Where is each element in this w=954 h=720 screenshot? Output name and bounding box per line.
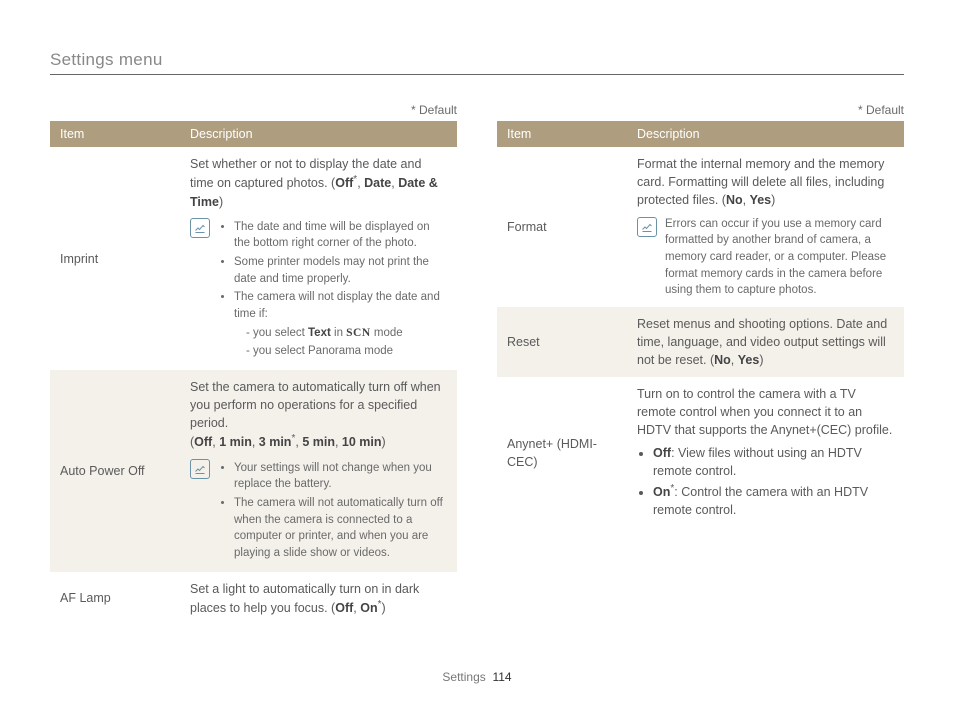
row-imprint: Imprint Set whether or not to display th… bbox=[50, 147, 457, 370]
text: Turn on to control the camera with a TV … bbox=[637, 385, 894, 439]
text: The camera will not display the date and… bbox=[234, 291, 440, 320]
table-header-row: Item Description bbox=[497, 121, 904, 147]
header-item: Item bbox=[497, 121, 627, 147]
cell-desc: Format the internal memory and the memor… bbox=[627, 147, 904, 307]
text: Set a light to automatically turn on in … bbox=[190, 582, 419, 615]
row-reset: Reset Reset menus and shooting options. … bbox=[497, 307, 904, 377]
row-format: Format Format the internal memory and th… bbox=[497, 147, 904, 307]
footer-section: Settings bbox=[442, 670, 485, 684]
note-item: The camera will not automatically turn o… bbox=[234, 495, 447, 562]
cell-desc: Reset menus and shooting options. Date a… bbox=[627, 307, 904, 377]
note-body: The date and time will be displayed on t… bbox=[218, 217, 447, 362]
options-line: (Off, 1 min, 3 min*, 5 min, 10 min) bbox=[190, 432, 447, 451]
page-number: 114 bbox=[492, 670, 511, 684]
page-footer: Settings 114 bbox=[0, 670, 954, 684]
left-column: * Default Item Description Imprint Set w… bbox=[50, 103, 457, 625]
cell-item: Reset bbox=[497, 307, 627, 377]
row-anynet: Anynet+ (HDMI-CEC) Turn on to control th… bbox=[497, 377, 904, 529]
cell-item: Format bbox=[497, 147, 627, 307]
note-item: The date and time will be displayed on t… bbox=[234, 219, 447, 252]
cell-desc: Set the camera to automatically turn off… bbox=[180, 370, 457, 572]
header-item: Item bbox=[50, 121, 180, 147]
cell-desc: Set a light to automatically turn on in … bbox=[180, 572, 457, 625]
cell-desc: Set whether or not to display the date a… bbox=[180, 147, 457, 370]
table-header-row: Item Description bbox=[50, 121, 457, 147]
cell-item: Anynet+ (HDMI-CEC) bbox=[497, 377, 627, 529]
row-auto-power-off: Auto Power Off Set the camera to automat… bbox=[50, 370, 457, 572]
option-on: On*: Control the camera with an HDTV rem… bbox=[653, 482, 894, 519]
note-item: Your settings will not change when you r… bbox=[234, 460, 447, 493]
default-marker-left: * Default bbox=[50, 103, 457, 117]
sub-note: you select Panorama mode bbox=[246, 343, 447, 360]
cell-item: Imprint bbox=[50, 147, 180, 370]
note-item: The camera will not display the date and… bbox=[234, 289, 447, 360]
note-icon bbox=[637, 217, 657, 237]
row-af-lamp: AF Lamp Set a light to automatically tur… bbox=[50, 572, 457, 625]
right-table: Item Description Format Format the inter… bbox=[497, 121, 904, 529]
sub-note: you select Text in SCN mode bbox=[246, 325, 447, 342]
content-columns: * Default Item Description Imprint Set w… bbox=[50, 103, 904, 625]
scn-mode-label: SCN bbox=[346, 327, 371, 339]
option-date: Date bbox=[364, 176, 391, 190]
page-title: Settings menu bbox=[50, 50, 904, 75]
cell-item: Auto Power Off bbox=[50, 370, 180, 572]
default-marker-right: * Default bbox=[497, 103, 904, 117]
header-description: Description bbox=[627, 121, 904, 147]
left-table: Item Description Imprint Set whether or … bbox=[50, 121, 457, 625]
right-column: * Default Item Description Format Format… bbox=[497, 103, 904, 625]
text: Reset menus and shooting options. Date a… bbox=[637, 317, 887, 367]
option-off: Off bbox=[335, 176, 353, 190]
note-box: Your settings will not change when you r… bbox=[190, 458, 447, 564]
text: Set the camera to automatically turn off… bbox=[190, 378, 447, 432]
note-body: Your settings will not change when you r… bbox=[218, 458, 447, 564]
note-item: Some printer models may not print the da… bbox=[234, 254, 447, 287]
note-icon bbox=[190, 218, 210, 238]
note-box: The date and time will be displayed on t… bbox=[190, 217, 447, 362]
cell-desc: Turn on to control the camera with a TV … bbox=[627, 377, 904, 529]
option-off: Off: View files without using an HDTV re… bbox=[653, 444, 894, 480]
header-description: Description bbox=[180, 121, 457, 147]
cell-item: AF Lamp bbox=[50, 572, 180, 625]
note-box: Errors can occur if you use a memory car… bbox=[637, 216, 894, 299]
note-body: Errors can occur if you use a memory car… bbox=[665, 216, 894, 299]
note-icon bbox=[190, 459, 210, 479]
